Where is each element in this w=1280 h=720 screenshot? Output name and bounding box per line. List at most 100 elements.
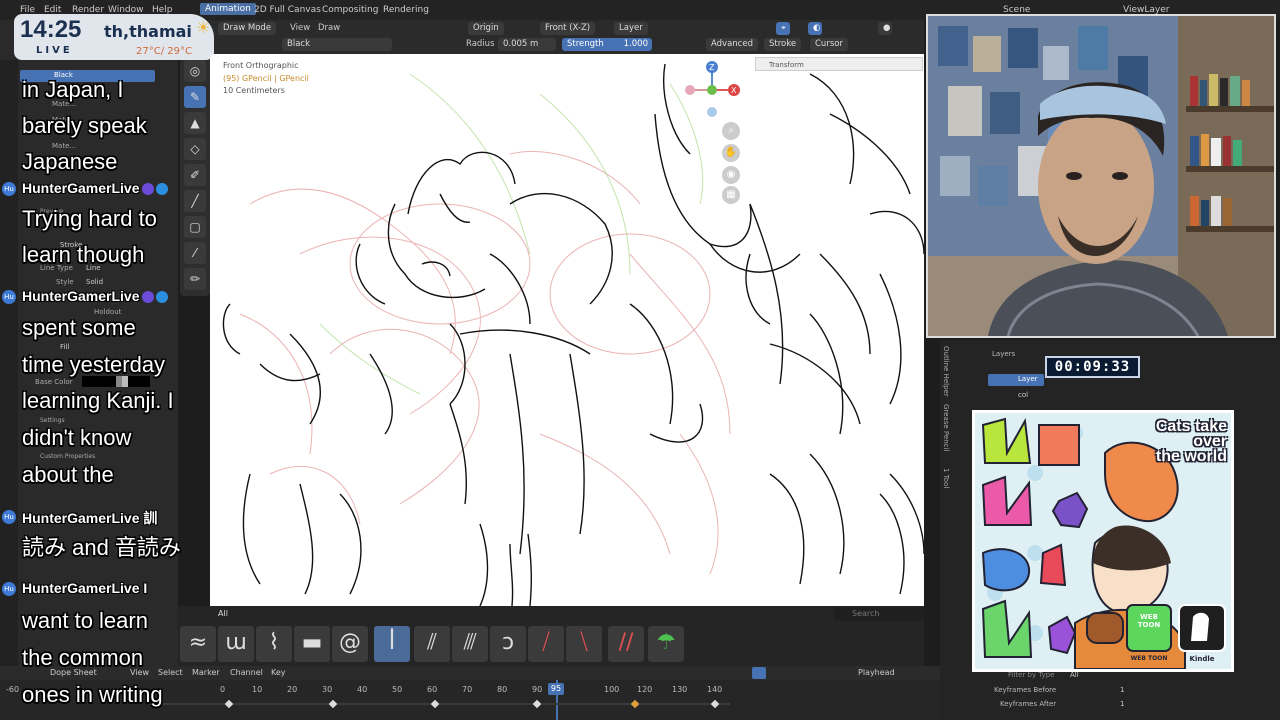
cursor-dropdown[interactable]: Cursor [810,38,848,51]
stroke-dropdown[interactable]: Stroke [764,38,802,51]
chat-message-line: 読み and 音読み [22,535,181,560]
keyframes-before-value[interactable]: 1 [1120,686,1124,694]
camera-icon[interactable]: ◉ [722,166,740,184]
chat-message-line: ones in writing [22,682,163,707]
origin-dropdown[interactable]: Origin [468,22,504,35]
frame-tick: 130 [672,685,688,694]
brush-tile[interactable]: ɯ [218,626,254,662]
keyframes-before-label: Keyframes Before [994,686,1057,694]
filter-by-type-value[interactable]: All [1070,671,1079,679]
username-text: HunterGamerLive I [22,580,148,596]
navigation-gizmo[interactable]: Z X [684,60,744,120]
keyframe-diamond[interactable] [224,699,234,709]
frame-tick: 90 [532,685,543,694]
advanced-dropdown[interactable]: Advanced [706,38,758,51]
temperature-label: 27°C/ 29°C [136,46,192,57]
subscriber-badge-icon [142,183,155,196]
keyframe-diamond-selected[interactable] [630,699,640,709]
object-name: (95) GPencil | GPencil [223,73,309,83]
pan-hand-icon[interactable]: ✋ [722,144,740,162]
keyframes-after-value[interactable]: 1 [1120,700,1124,708]
brush-tile[interactable]: ▬ [294,626,330,662]
brush-filter-all[interactable]: All [218,609,228,618]
viewport-header: Draw Mode View Draw Origin Front (X-Z) L… [178,20,924,36]
strength-slider[interactable]: Strength 1.000 [562,38,652,51]
mode-dropdown[interactable]: Draw Mode [218,22,277,35]
brush-tile-active[interactable]: ꟾ [374,626,410,662]
layer-name[interactable]: col [1018,391,1028,399]
brush-tile[interactable]: ☂ [648,626,684,662]
overlay-icon[interactable]: ◐ [808,22,822,35]
user-avatar: Hu [2,290,16,304]
chat-message-line: want to learn [22,608,148,633]
shading-icon[interactable]: ● [878,22,892,35]
view-menu[interactable]: View [290,23,310,33]
snap-icon[interactable]: ⌖ [776,22,790,35]
drawing-viewport[interactable] [210,54,924,606]
brush-tile[interactable]: @ [332,626,368,662]
search-placeholder: Search [852,609,880,618]
transform-panel[interactable]: Transform [755,57,923,71]
brush-tile[interactable]: // [608,626,644,662]
radius-field[interactable]: 0.005 m [498,38,556,51]
webcam-feed-image [928,16,1274,336]
sketch-canvas[interactable] [210,54,924,606]
layer-dropdown[interactable]: Layer [614,22,648,35]
material-dropdown[interactable]: Black [282,38,392,51]
chat-message-line: the common [22,645,144,670]
brush-tile[interactable]: ⧹ [566,626,602,662]
tool-settings-header: Black Radius 0.005 m Strength 1.000 Adva… [178,36,924,54]
brush-tile[interactable]: ⫻ [452,626,488,662]
keyframe-diamond[interactable] [328,699,338,709]
kindle-caption: Kindle [1189,655,1215,663]
layer-row-active[interactable]: Layer [988,374,1044,386]
subscriber-badge-icon [142,291,155,304]
book-promo-image: Cats take over the world WEB TOON WEB TO… [972,410,1234,672]
workspace-tab-animation[interactable]: Animation [200,3,256,15]
frame-tick: 140 [707,685,723,694]
side-tab-outline-helper[interactable]: Outline Helper [938,346,950,397]
select-cursor-icon[interactable] [752,667,766,679]
brush-search-input[interactable]: Search [834,607,924,621]
workspace-tab-rendering[interactable]: Rendering [383,5,429,15]
brush-tile[interactable]: ⧸ [528,626,564,662]
weather-sun-icon: ☀ [196,18,211,37]
frame-tick: 80 [497,685,508,694]
brush-tile[interactable]: ⌇ [256,626,292,662]
chat-message-line: Trying hard to [22,206,157,231]
current-frame-number: 95 [550,684,562,693]
workspace-tab-2d-full-canvas[interactable]: 2D Full Canvas [254,5,321,15]
layer-name: Layer [1018,375,1038,383]
user-avatar: Hu [2,182,16,196]
workspace-tab-compositing[interactable]: Compositing [322,5,378,15]
chat-username: HunterGamerLive 訓 [22,508,157,528]
grid-scale: 10 Centimeters [223,86,285,95]
chat-message-line: time yesterday [22,352,166,377]
chat-username: HunterGamerLive [22,180,169,196]
promo-title-line: over [1193,433,1227,450]
playhead-dropdown[interactable]: Playhead [858,668,895,677]
side-tab-grease-pencil[interactable]: Grease Pencil [938,404,950,451]
frame-tick: 10 [252,685,263,694]
timer-value: 00:09:33 [1054,359,1131,375]
keyframes-after-label: Keyframes After [1000,700,1057,708]
grid-icon[interactable]: ▦ [722,186,740,204]
keyframe-diamond[interactable] [532,699,542,709]
side-tab-tool[interactable]: 1 Tool [938,468,950,488]
dope-menu-key[interactable]: Key [271,668,286,677]
axis-gizmo-icon[interactable]: Z X [684,60,744,120]
zoom-icon[interactable]: ⌕ [722,122,740,140]
strength-label: Strength [567,39,604,49]
brush-tile[interactable]: ↄ [490,626,526,662]
orientation-dropdown[interactable]: Front (X-Z) [540,22,596,35]
chat-message-line: barely speak [22,113,147,138]
current-frame-indicator[interactable]: 95 [548,683,564,695]
keyframe-diamond[interactable] [710,699,720,709]
keyframe-diamond[interactable] [430,699,440,709]
stream-timer: 00:09:33 [1045,356,1140,378]
draw-menu[interactable]: Draw [318,23,340,33]
layers-header: Layers [992,350,1016,358]
dope-menu-channel[interactable]: Channel [230,668,263,677]
brush-tile[interactable]: ⫽ [414,626,450,662]
moderator-badge-icon [156,183,169,196]
